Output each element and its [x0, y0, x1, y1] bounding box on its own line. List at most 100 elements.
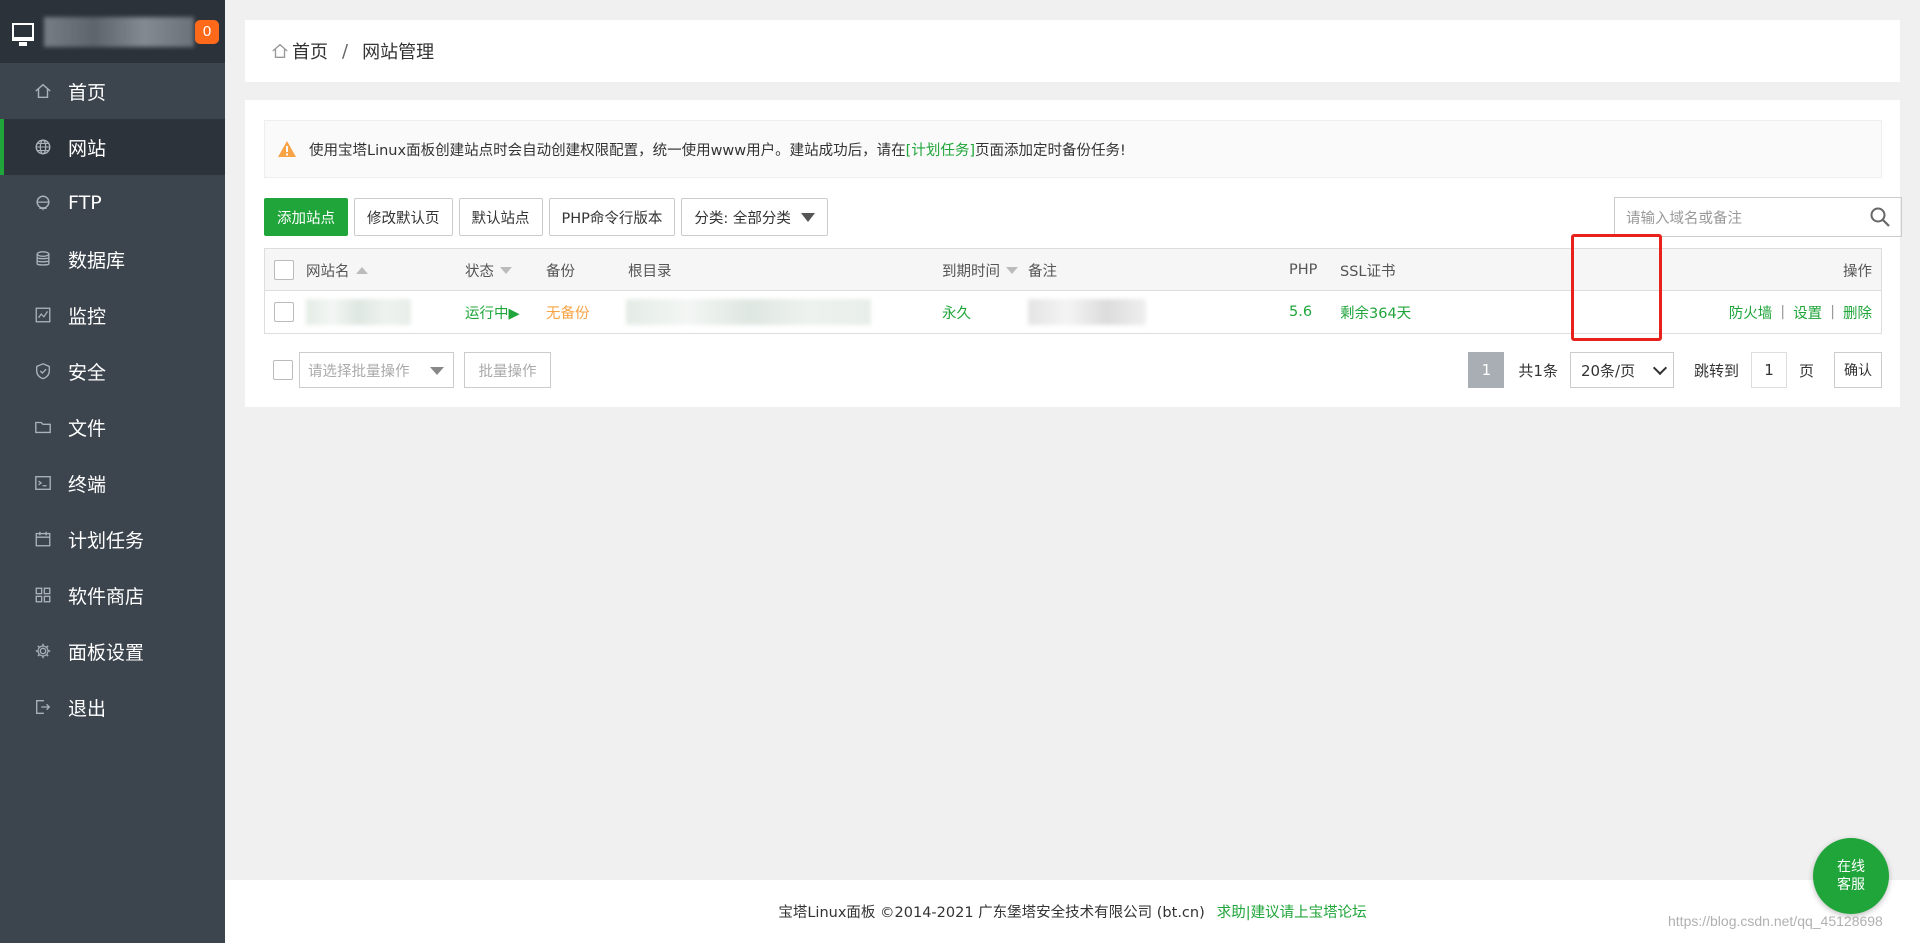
ssl-remaining-link[interactable]: 剩余364天: [1340, 291, 1411, 333]
table-footer: 请选择批量操作 批量操作 1 共1条 20条/页 跳转到 1 页 确认: [264, 352, 1882, 388]
service-label-line2: 客服: [1837, 877, 1865, 893]
current-page[interactable]: 1: [1468, 352, 1505, 388]
caret-down-icon: [800, 212, 815, 222]
sidebar-item-website[interactable]: 网站: [0, 119, 225, 175]
sidebar-item-label: 监控: [68, 305, 107, 328]
sidebar-item-label: 网站: [68, 137, 107, 160]
header-label: 到期时间: [942, 263, 1000, 280]
alert-text-end: 页面添加定时备份任务!: [974, 142, 1126, 159]
header-php: PHP: [1289, 262, 1318, 278]
jump-confirm-button[interactable]: 确认: [1834, 352, 1882, 388]
table-header-row: 网站名 状态 备份 根目录 到期时间 备注 PHP SSL证书 操作: [265, 249, 1881, 291]
php-cli-version-button[interactable]: PHP命令行版本: [548, 198, 676, 236]
firewall-link[interactable]: 防火墙: [1729, 302, 1773, 323]
breadcrumb-separator: /: [342, 40, 349, 62]
shield-icon: [34, 362, 52, 380]
ftp-icon: [34, 194, 52, 212]
sidebar-item-cron[interactable]: 计划任务: [0, 511, 225, 567]
default-site-button[interactable]: 默认站点: [458, 198, 543, 236]
online-service-button[interactable]: 在线 客服: [1813, 838, 1889, 914]
page-unit-label: 页: [1798, 361, 1814, 380]
sidebar-item-logout[interactable]: 退出: [0, 679, 225, 735]
sidebar-item-label: 面板设置: [68, 641, 145, 664]
sidebar-item-label: 计划任务: [68, 529, 145, 552]
sort-by-status-header[interactable]: 状态: [465, 249, 512, 291]
batch-select-placeholder: 请选择批量操作: [308, 363, 410, 380]
sidebar-item-settings[interactable]: 面板设置: [0, 623, 225, 679]
gear-icon: [34, 642, 52, 660]
total-count: 共1条: [1518, 361, 1558, 380]
sidebar-item-label: 软件商店: [68, 585, 145, 608]
cron-task-link[interactable]: [计划任务]: [906, 139, 975, 160]
blurred-root-path[interactable]: [626, 299, 871, 325]
header-remark: 备注: [1028, 263, 1057, 280]
php-version-link[interactable]: 5.6: [1289, 291, 1312, 333]
sort-by-expire-header[interactable]: 到期时间: [942, 249, 1018, 291]
header-ssl: SSL证书: [1340, 263, 1396, 280]
database-icon: [34, 250, 52, 268]
sidebar-item-home[interactable]: 首页: [0, 63, 225, 119]
chevron-down-icon: [1652, 360, 1668, 376]
page-size-select[interactable]: 20条/页: [1569, 352, 1674, 388]
server-header[interactable]: 0: [0, 0, 225, 63]
logout-icon: [34, 698, 52, 716]
info-alert: 使用宝塔Linux面板创建站点时会自动创建权限配置，统一使用www用户。建站成功…: [264, 120, 1882, 178]
status-running-link[interactable]: 运行中▶: [465, 291, 520, 333]
row-checkbox[interactable]: [274, 302, 294, 322]
batch-select-all-checkbox[interactable]: [273, 360, 293, 380]
calendar-icon: [34, 530, 52, 548]
breadcrumb-home-link[interactable]: 首页: [292, 38, 328, 64]
grid-icon: [34, 586, 52, 604]
select-all-checkbox[interactable]: [274, 260, 294, 280]
sort-desc-icon: [500, 266, 512, 274]
category-select[interactable]: 分类: 全部分类: [681, 198, 828, 236]
header-ops: 操作: [1843, 263, 1872, 280]
batch-action-button[interactable]: 批量操作: [464, 352, 551, 388]
monitor-chart-icon: [34, 306, 52, 324]
expire-link[interactable]: 永久: [942, 291, 971, 333]
blurred-site-name[interactable]: [306, 299, 411, 325]
header-label: 网站名: [306, 263, 350, 280]
sidebar-item-files[interactable]: 文件: [0, 399, 225, 455]
sidebar-item-terminal[interactable]: 终端: [0, 455, 225, 511]
main-content: 首页 / 网站管理 使用宝塔Linux面板创建站点时会自动创建权限配置，统一使用…: [225, 0, 1920, 943]
row-actions: 防火墙 | 设置 | 删除: [1729, 291, 1872, 333]
site-table: 网站名 状态 备份 根目录 到期时间 备注 PHP SSL证书 操作 运行中▶ …: [264, 248, 1882, 334]
jump-page-input[interactable]: 1: [1750, 352, 1787, 388]
globe-icon: [34, 138, 52, 156]
sort-by-name-header[interactable]: 网站名: [306, 249, 368, 291]
forum-link[interactable]: 求助|建议请上宝塔论坛: [1217, 901, 1367, 922]
sidebar-item-store[interactable]: 软件商店: [0, 567, 225, 623]
divider: |: [1780, 304, 1786, 320]
folder-icon: [34, 418, 52, 436]
sidebar-item-label: 终端: [68, 473, 107, 496]
sidebar: 0 首页 网站 FTP 数据库 监控 安全 文件 终端 计划任务 软件商店 面板…: [0, 0, 225, 943]
sort-asc-icon: [355, 266, 368, 274]
batch-action-select[interactable]: 请选择批量操作: [299, 352, 454, 388]
add-site-button[interactable]: 添加站点: [264, 198, 348, 236]
search-icon[interactable]: [1869, 206, 1891, 228]
delete-link[interactable]: 删除: [1843, 302, 1872, 323]
sidebar-item-database[interactable]: 数据库: [0, 231, 225, 287]
edit-default-page-button[interactable]: 修改默认页: [354, 198, 453, 236]
home-icon: [34, 82, 52, 100]
sidebar-item-label: 安全: [68, 361, 107, 384]
divider: |: [1830, 304, 1835, 320]
sidebar-item-monitor[interactable]: 监控: [0, 287, 225, 343]
site-panel: 使用宝塔Linux面板创建站点时会自动创建权限配置，统一使用www用户。建站成功…: [245, 100, 1902, 407]
search-input[interactable]: 请输入域名或备注: [1614, 197, 1902, 237]
category-select-value: 分类: 全部分类: [694, 210, 791, 227]
settings-link[interactable]: 设置: [1793, 302, 1822, 323]
sidebar-item-ftp[interactable]: FTP: [0, 175, 225, 231]
watermark: https://blog.csdn.net/qq_45128698: [1668, 913, 1883, 929]
sidebar-item-security[interactable]: 安全: [0, 343, 225, 399]
notification-badge[interactable]: 0: [195, 20, 219, 44]
backup-link[interactable]: 无备份: [546, 291, 590, 333]
copyright-text: 宝塔Linux面板 ©2014-2021 广东堡塔安全技术有限公司 (bt.cn…: [778, 905, 1205, 921]
blurred-remark[interactable]: [1028, 299, 1146, 325]
monitor-icon: [12, 22, 34, 46]
toolbar: 添加站点 修改默认页 默认站点 PHP命令行版本 分类: 全部分类: [264, 198, 834, 236]
sidebar-item-label: 首页: [68, 81, 107, 104]
caret-down-icon: [430, 367, 444, 375]
sidebar-item-label: 文件: [68, 417, 107, 440]
